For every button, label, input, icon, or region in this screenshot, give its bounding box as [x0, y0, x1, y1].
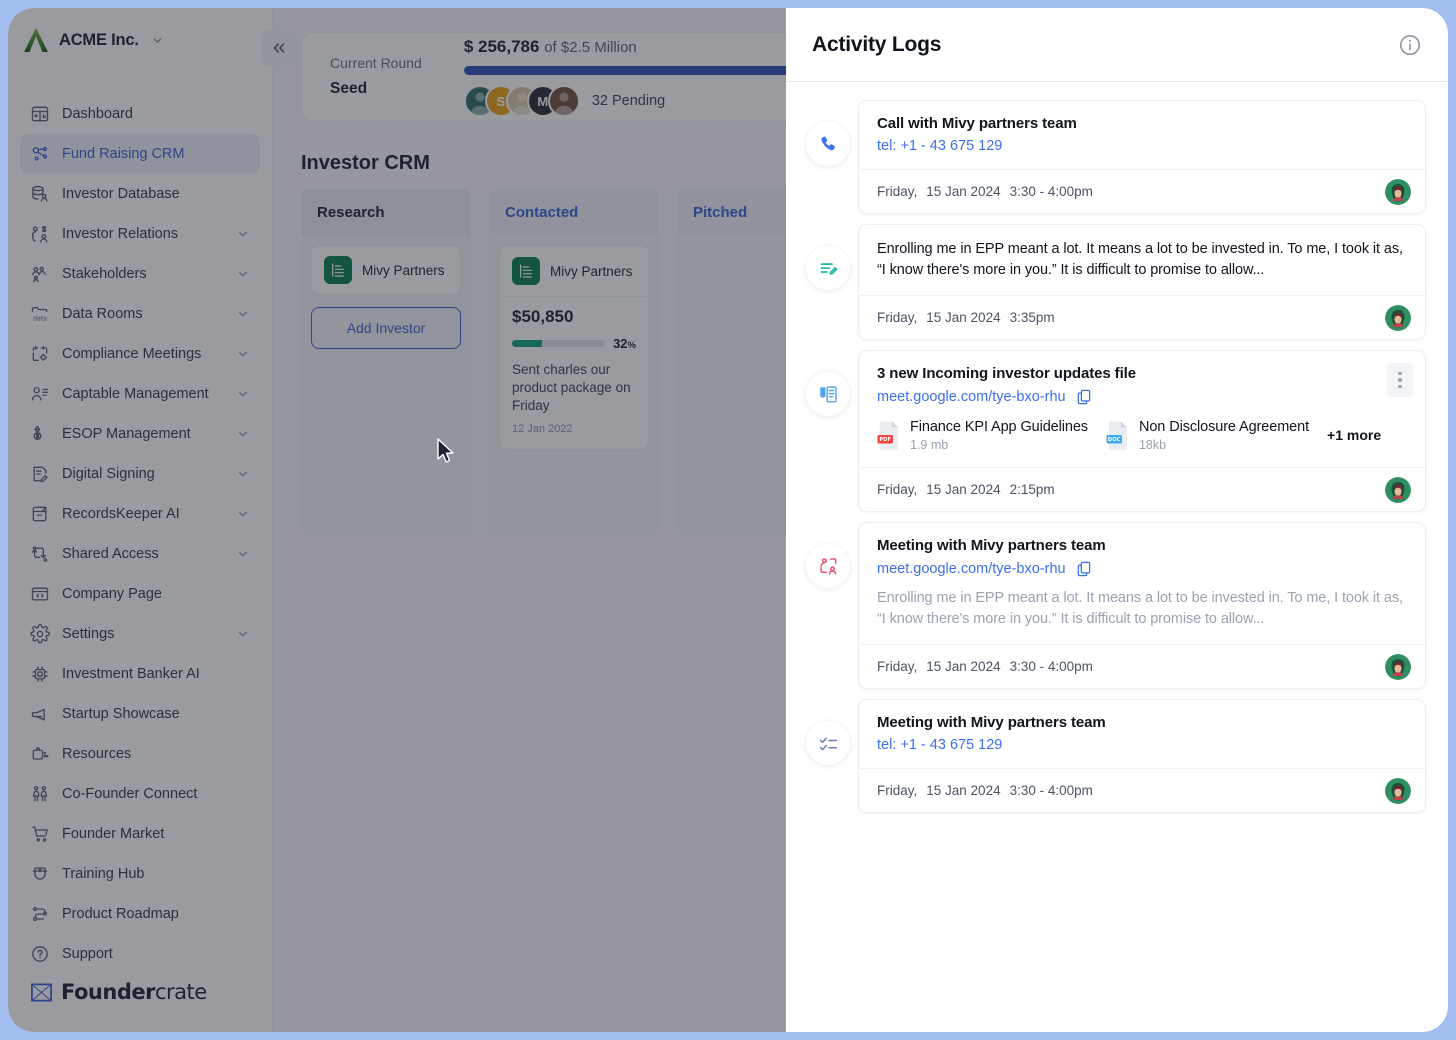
activity-log-time: 3:30 - 4:00pm: [1009, 184, 1093, 199]
file-size: 18kb: [1138, 438, 1167, 453]
file-doc-icon: DOC: [1106, 420, 1130, 450]
activity-log-footer: Friday, 15 Jan 2024 2:15pm: [859, 467, 1425, 511]
activity-log-date: 15 Jan 2024: [926, 783, 1001, 799]
activity-log-date: 15 Jan 2024: [926, 482, 1001, 498]
avatar: [1385, 777, 1411, 804]
file-attachment[interactable]: DOC Non Disclosure Agreement 18kb: [1106, 418, 1309, 452]
note-edit-icon: [806, 246, 850, 290]
avatar: [1385, 178, 1411, 205]
attachment-document-icon: [806, 372, 850, 417]
activity-log-quote: Enrolling me in EPP meant a lot. It mean…: [877, 241, 1403, 278]
activity-log-entry: Enrolling me in EPP meant a lot. It mean…: [796, 224, 1426, 341]
activity-log-link-row: tel: +1 - 43 675 129: [877, 737, 1407, 753]
avatar: [1385, 476, 1411, 503]
file-meta: Finance KPI App Guidelines 1.9 mb: [910, 418, 1088, 452]
activity-log-card[interactable]: 3 new Incoming investor updates file meet…: [858, 350, 1426, 513]
copy-icon[interactable]: [1075, 560, 1093, 578]
activity-log-title: 3 new Incoming investor updates file: [877, 365, 1136, 383]
kebab-menu-icon[interactable]: [1387, 363, 1413, 398]
activity-log-body: Enrolling me in EPP meant a lot. It mean…: [859, 225, 1425, 295]
mouse-cursor: [437, 438, 454, 463]
activity-log-entry: Meeting with Mivy partners team tel: +1 -…: [796, 699, 1426, 814]
activity-log-entry: Call with Mivy partners team tel: +1 - 43…: [796, 100, 1426, 214]
activity-log-card[interactable]: Enrolling me in EPP meant a lot. It mean…: [858, 224, 1426, 341]
copy-icon[interactable]: [1075, 388, 1093, 406]
activity-log-body: Call with Mivy partners team tel: +1 - 43…: [859, 101, 1425, 169]
activity-log-entry: Meeting with Mivy partners team meet.goog…: [796, 522, 1426, 690]
activity-log-link[interactable]: meet.google.com/tye-bxo-rhu: [877, 561, 1066, 577]
activity-log-card[interactable]: Meeting with Mivy partners team meet.goog…: [858, 522, 1426, 690]
activity-log-footer: Friday, 15 Jan 2024 3:30 - 4:00pm: [859, 169, 1425, 213]
activity-log-day: Friday,: [877, 783, 918, 799]
activity-log-card[interactable]: Call with Mivy partners team tel: +1 - 43…: [858, 100, 1426, 214]
activity-log-time: 2:15pm: [1009, 482, 1055, 498]
checklist-icon: [806, 721, 850, 766]
activity-log-time: 3:30 - 4:00pm: [1009, 659, 1093, 675]
svg-text:DOC: DOC: [1108, 437, 1121, 443]
activity-log-title: Meeting with Mivy partners team: [877, 714, 1106, 732]
meeting-people-icon: [806, 544, 850, 589]
activity-log-link[interactable]: tel: +1 - 43 675 129: [877, 138, 1002, 154]
activity-log-date: 15 Jan 2024: [926, 310, 1001, 326]
activity-log-time: 3:35pm: [1009, 310, 1055, 326]
activity-log-day: Friday,: [877, 659, 918, 675]
file-name: Non Disclosure Agreement: [1138, 419, 1310, 436]
file-pdf-icon: PDF: [877, 420, 901, 450]
activity-log-link-row: meet.google.com/tye-bxo-rhu: [877, 388, 1407, 406]
activity-log-title: Call with Mivy partners team: [877, 115, 1077, 132]
avatar: [1385, 653, 1411, 680]
activity-log-quote: Enrolling me in EPP meant a lot. It mean…: [877, 590, 1403, 627]
activity-log-date: 15 Jan 2024: [926, 659, 1001, 675]
activity-log-time: 3:30 - 4:00pm: [1009, 783, 1093, 799]
activity-log-day: Friday,: [877, 184, 918, 199]
svg-text:PDF: PDF: [879, 437, 891, 443]
file-size: 1.9 mb: [910, 438, 949, 453]
activity-log-footer: Friday, 15 Jan 2024 3:30 - 4:00pm: [859, 768, 1425, 812]
activity-logs-header: Activity Logs: [786, 8, 1448, 82]
activity-log-title: Meeting with Mivy partners team: [877, 537, 1106, 555]
activity-log-link[interactable]: tel: +1 - 43 675 129: [877, 737, 1002, 753]
activity-log-footer: Friday, 15 Jan 2024 3:35pm: [859, 295, 1425, 339]
activity-log-card[interactable]: Meeting with Mivy partners team tel: +1 -…: [858, 699, 1426, 814]
activity-log-files: PDF Finance KPI App Guidelines 1.9 mb DOC No…: [877, 418, 1407, 452]
activity-log-day: Friday,: [877, 482, 918, 498]
activity-log-entry: 3 new Incoming investor updates file meet…: [796, 350, 1426, 513]
file-attachment[interactable]: PDF Finance KPI App Guidelines 1.9 mb: [877, 418, 1088, 452]
activity-log-footer: Friday, 15 Jan 2024 3:30 - 4:00pm: [859, 644, 1425, 688]
activity-log-day: Friday,: [877, 310, 918, 326]
activity-log-link-row: meet.google.com/tye-bxo-rhu: [877, 560, 1407, 578]
activity-logs-panel: Activity Logs Call with Mivy partners te…: [786, 8, 1448, 1032]
more-files-link[interactable]: +1 more: [1327, 427, 1381, 443]
activity-log-body: Meeting with Mivy partners team meet.goog…: [859, 523, 1425, 644]
activity-logs-list[interactable]: Call with Mivy partners team tel: +1 - 43…: [786, 82, 1448, 1032]
screen-root: ACME Inc. Dashboard Fund Raising CRM Inves…: [0, 0, 1456, 1040]
avatar: [1385, 304, 1411, 331]
activity-log-date: 15 Jan 2024: [926, 184, 1001, 199]
phone-call-icon: [806, 122, 850, 166]
info-circle-icon[interactable]: [1398, 33, 1422, 57]
file-name: Finance KPI App Guidelines: [910, 419, 1088, 436]
activity-log-body: Meeting with Mivy partners team tel: +1 -…: [859, 700, 1425, 768]
activity-log-body: 3 new Incoming investor updates file meet…: [859, 351, 1425, 467]
activity-logs-title: Activity Logs: [812, 32, 942, 56]
file-meta: Non Disclosure Agreement 18kb: [1139, 418, 1309, 452]
activity-log-link-row: tel: +1 - 43 675 129: [877, 138, 1407, 154]
activity-log-link[interactable]: meet.google.com/tye-bxo-rhu: [877, 389, 1066, 405]
